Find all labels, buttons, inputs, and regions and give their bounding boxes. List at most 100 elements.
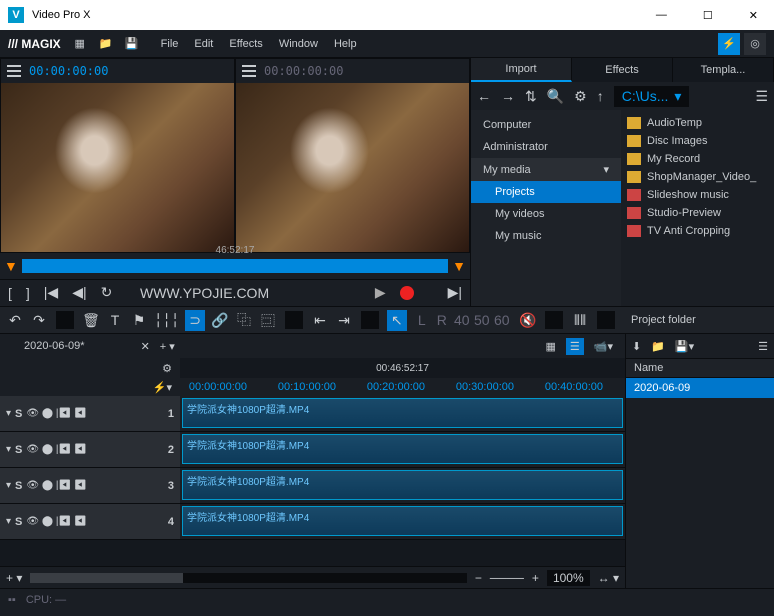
record-button[interactable] xyxy=(400,286,414,300)
menu-window[interactable]: Window xyxy=(279,38,318,50)
tree-myvideos[interactable]: My videos xyxy=(471,203,621,225)
tree-projects[interactable]: Projects xyxy=(471,181,621,203)
menu-file[interactable]: File xyxy=(161,38,179,50)
title-icon[interactable]: T xyxy=(106,312,124,328)
pf-menu-icon[interactable]: ☰ xyxy=(758,340,768,353)
tree-mymedia[interactable]: My media▾ xyxy=(471,158,621,181)
go-end-button[interactable]: ▶| xyxy=(448,284,462,301)
loop-button[interactable]: ↻ xyxy=(101,284,113,301)
zoom-value[interactable]: 100% xyxy=(547,570,590,586)
timeline-ticks[interactable]: 00:00:00:00 00:10:00:00 00:20:00:00 00:3… xyxy=(180,378,625,396)
save-icon[interactable]: 💾 xyxy=(123,35,141,53)
maximize-button[interactable]: ☐ xyxy=(695,7,721,24)
pf-save-icon[interactable]: 💾▾ xyxy=(675,340,694,353)
track-header[interactable]: ▾ S 👁 ⬤ |◀ ◀2 xyxy=(0,432,180,467)
pf-column-header[interactable]: Name xyxy=(626,358,774,378)
open-icon[interactable]: 📁 xyxy=(97,35,115,53)
zoom-slider[interactable]: ──── xyxy=(490,571,524,585)
track-header[interactable]: ▾ S 👁 ⬤ |◀ ◀3 xyxy=(0,468,180,503)
track-header[interactable]: ▾ S 👁 ⬤ |◀ ◀4 xyxy=(0,504,180,539)
gear-icon[interactable]: ⚙ xyxy=(574,88,587,105)
tree-administrator[interactable]: Administrator xyxy=(471,136,621,158)
pf-folder-icon[interactable]: 📁 xyxy=(651,340,665,353)
set-out-icon[interactable]: ⇥ xyxy=(335,312,353,329)
source-menu-icon[interactable] xyxy=(7,65,21,77)
folder-item[interactable]: TV Anti Cropping xyxy=(621,222,774,240)
tree-computer[interactable]: Computer xyxy=(471,114,621,136)
range-end-button[interactable]: ] xyxy=(26,285,30,301)
close-button[interactable]: ✕ xyxy=(741,7,766,24)
source-timecode[interactable]: 00:00:00:00 xyxy=(29,64,108,78)
tab-effects[interactable]: Effects xyxy=(572,58,673,82)
pf-item[interactable]: 2020-06-09 xyxy=(626,378,774,398)
delete-icon[interactable]: 🗑 xyxy=(82,312,100,329)
program-timecode[interactable]: 00:00:00:00 xyxy=(264,64,343,78)
tree-icon[interactable]: ⇅ xyxy=(525,88,537,105)
in-marker-icon[interactable]: ▼ xyxy=(4,258,18,274)
range-start-button[interactable]: [ xyxy=(8,285,12,301)
timeline-scrollbar[interactable] xyxy=(30,573,467,583)
view-cam-icon[interactable]: 📹▾ xyxy=(590,338,617,355)
zoom-in-icon[interactable]: + xyxy=(532,571,539,585)
timeline-ruler[interactable]: 00:46:52:17 xyxy=(180,358,625,378)
marker-icon[interactable]: ⚑ xyxy=(130,312,148,329)
clip[interactable]: 学院派女神1080P超清.MP4 xyxy=(182,470,623,500)
folder-item[interactable]: Disc Images xyxy=(621,132,774,150)
undo-icon[interactable]: ↶ xyxy=(6,312,24,329)
pf-import-icon[interactable]: ⬇ xyxy=(632,340,641,353)
program-menu-icon[interactable] xyxy=(242,65,256,77)
perf-icon[interactable]: ▪▪ xyxy=(8,594,16,606)
zoom-out-icon[interactable]: − xyxy=(475,571,482,585)
search-icon[interactable]: 🔍 xyxy=(547,88,564,105)
prev-frame-button[interactable]: ◀| xyxy=(72,284,86,301)
track-settings-icon[interactable]: ⚙ xyxy=(162,362,172,375)
pointer-tool-icon[interactable]: ↖ xyxy=(387,310,407,331)
back-icon[interactable]: ← xyxy=(477,88,491,104)
view-options-icon[interactable]: ☰ xyxy=(755,88,768,105)
new-icon[interactable]: ▦ xyxy=(71,35,89,53)
scrub-bar[interactable]: 46:52:17 xyxy=(22,259,448,273)
tab-import[interactable]: Import xyxy=(471,58,572,82)
project-tab[interactable]: 2020-06-09* xyxy=(8,336,101,356)
fit-icon[interactable]: ↔ ▾ xyxy=(598,571,619,585)
clip[interactable]: 学院派女神1080P超清.MP4 xyxy=(182,434,623,464)
tab-templates[interactable]: Templa... xyxy=(673,58,774,82)
forward-icon[interactable]: → xyxy=(501,88,515,104)
play-button[interactable]: ▶ xyxy=(375,284,386,301)
tab-close-icon[interactable]: ✕ xyxy=(141,340,150,353)
path-dropdown[interactable]: C:\Us...▾ xyxy=(614,86,690,107)
view-grid-icon[interactable]: ▦ xyxy=(542,338,560,355)
up-icon[interactable]: ↑ xyxy=(597,88,604,104)
clip[interactable]: 学院派女神1080P超清.MP4 xyxy=(182,398,623,428)
link-icon[interactable]: 🔗 xyxy=(211,312,229,329)
tree-mymusic[interactable]: My music xyxy=(471,225,621,247)
disc-button[interactable]: ◎ xyxy=(744,33,766,55)
set-in-icon[interactable]: ⇤ xyxy=(311,312,329,329)
menu-effects[interactable]: Effects xyxy=(229,38,262,50)
fx-button[interactable]: ⚡ xyxy=(718,33,740,55)
out-marker-icon[interactable]: ▼ xyxy=(452,258,466,274)
track-header[interactable]: ▾ S 👁 ⬤ |◀ ◀1 xyxy=(0,396,180,431)
add-track-icon[interactable]: + ▾ xyxy=(6,571,22,585)
program-video[interactable] xyxy=(236,83,469,252)
snap-icon[interactable]: ⊃ xyxy=(185,310,205,331)
flash-icon[interactable]: ⚡▾ xyxy=(153,381,172,394)
view-list-icon[interactable]: ☰ xyxy=(566,338,584,355)
mixer-icon[interactable]: ⦀⦀ xyxy=(571,312,589,329)
menu-help[interactable]: Help xyxy=(334,38,357,50)
tab-add-icon[interactable]: + ▾ xyxy=(160,340,175,353)
minimize-button[interactable]: — xyxy=(648,7,675,24)
split-icon[interactable]: ╎╎╎ xyxy=(154,312,179,329)
folder-item[interactable]: My Record xyxy=(621,150,774,168)
ungroup-icon[interactable]: ⿼ xyxy=(259,312,277,329)
folder-item[interactable]: ShopManager_Video_ xyxy=(621,168,774,186)
go-start-button[interactable]: |◀ xyxy=(44,284,58,301)
folder-item[interactable]: AudioTemp xyxy=(621,114,774,132)
folder-item[interactable]: Slideshow music xyxy=(621,186,774,204)
clip[interactable]: 学院派女神1080P超清.MP4 xyxy=(182,506,623,536)
menu-edit[interactable]: Edit xyxy=(194,38,213,50)
group-icon[interactable]: ⿻ xyxy=(235,310,253,330)
folder-item[interactable]: Studio-Preview xyxy=(621,204,774,222)
source-video[interactable] xyxy=(1,83,234,252)
redo-icon[interactable]: ↷ xyxy=(30,312,48,329)
